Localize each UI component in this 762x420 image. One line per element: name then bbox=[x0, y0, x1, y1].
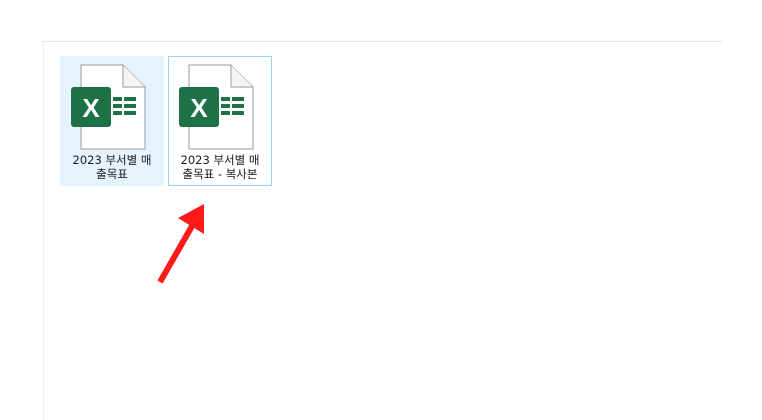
pane-divider bbox=[43, 42, 44, 420]
header-divider bbox=[42, 41, 722, 42]
red-arrow-icon bbox=[157, 204, 204, 284]
svg-text:X: X bbox=[190, 93, 208, 123]
file-item-original[interactable]: X 2023 부서별 매 출목표 bbox=[60, 56, 164, 186]
file-explorer-content: X 2023 부서별 매 출목표 X 2023 부서별 매 출목표 - 복사본 bbox=[0, 0, 762, 420]
excel-file-icon: X bbox=[71, 64, 146, 150]
svg-text:X: X bbox=[82, 93, 100, 123]
file-name: 2023 부서별 매 출목표 - 복사본 bbox=[180, 153, 260, 181]
file-name: 2023 부서별 매 출목표 bbox=[72, 153, 152, 181]
excel-file-icon: X bbox=[179, 64, 254, 150]
file-item-copy[interactable]: X 2023 부서별 매 출목표 - 복사본 bbox=[168, 56, 272, 186]
